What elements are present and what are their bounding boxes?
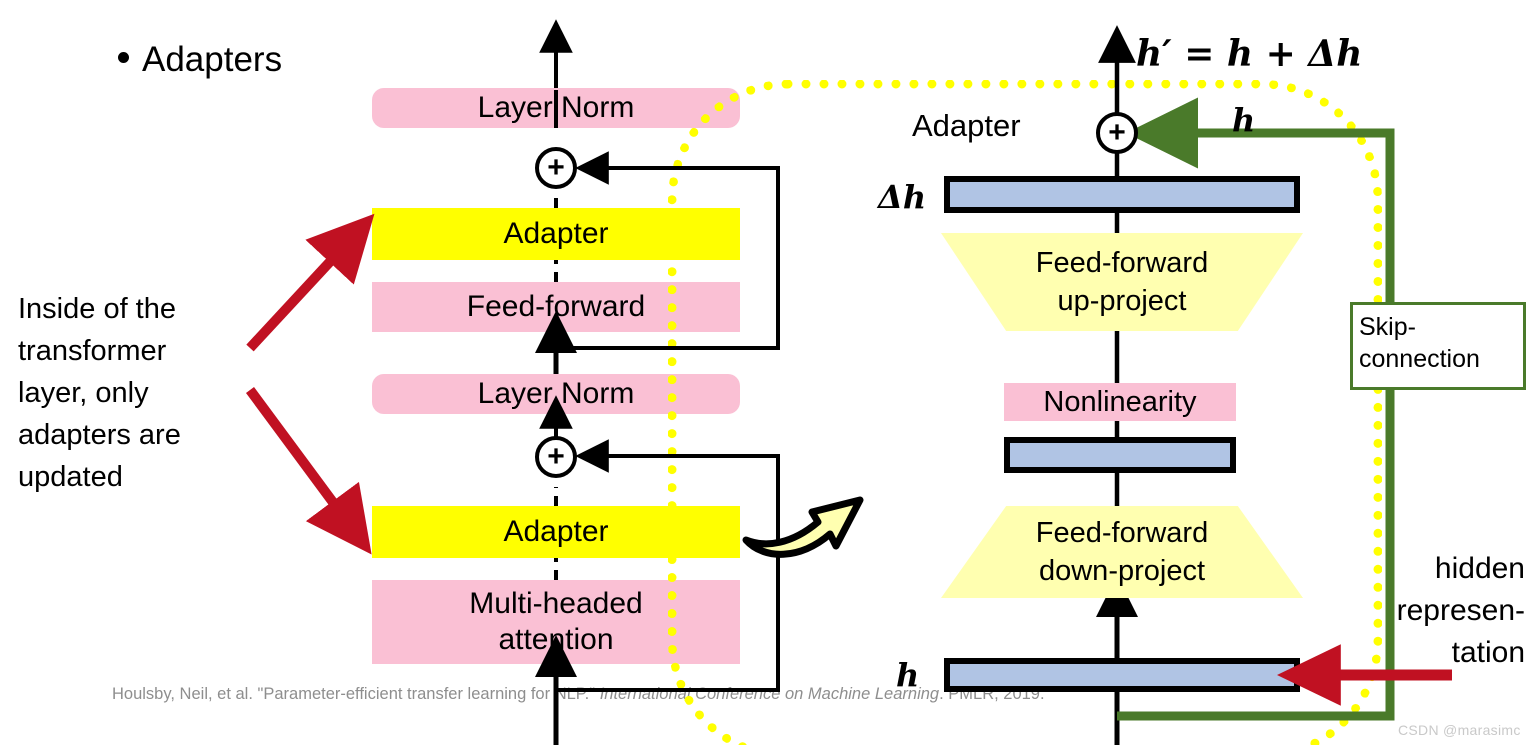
- skip-connection-callout: Skip- connection: [1350, 302, 1526, 390]
- watermark-label: CSDN @marasimc: [1398, 722, 1521, 738]
- ff-up-project-label-line2: up-project: [1057, 285, 1187, 317]
- block-layer-norm-top[interactable]: Layer Norm: [372, 88, 740, 128]
- slab-delta-h[interactable]: [944, 176, 1300, 213]
- h-label-top: h: [1232, 101, 1256, 139]
- block-adapter-top-label: Adapter: [503, 217, 609, 250]
- slab-bottleneck[interactable]: [1004, 437, 1236, 473]
- skip-connection-label-line1: Skip-: [1359, 313, 1416, 341]
- block-nonlinearity[interactable]: Nonlinearity: [1004, 383, 1236, 421]
- bullet-point-icon: [118, 52, 129, 64]
- block-multi-headed-attention-label-line2: attention: [498, 623, 614, 656]
- output-formula-label: h′ = h + Δh: [1136, 33, 1363, 75]
- block-adapter-bottom-label: Adapter: [503, 515, 609, 548]
- citation-part-1: Houlsby, Neil, et al. "Parameter-efficie…: [112, 685, 600, 703]
- residual-add-top-symbol: +: [547, 151, 565, 184]
- ff-down-project-label-line1: Feed-forward: [1035, 517, 1209, 549]
- h-label-bottom: h: [896, 656, 920, 694]
- adapter-add-node[interactable]: +: [1096, 112, 1138, 154]
- adapter-panel-title: Adapter: [912, 108, 1021, 143]
- residual-add-top[interactable]: +: [535, 147, 577, 189]
- delta-h-label: Δh: [878, 178, 927, 216]
- left-annotation-line-5: updated: [18, 461, 123, 493]
- slab-h-input[interactable]: [944, 658, 1300, 692]
- ff-down-project-label-line2: down-project: [1038, 555, 1206, 587]
- left-annotation-text: Inside of the transformer layer, only ad…: [18, 288, 248, 498]
- left-annotation-line-4: adapters are: [18, 419, 181, 451]
- block-nonlinearity-label: Nonlinearity: [1043, 385, 1197, 418]
- block-layer-norm-top-label: Layer Norm: [477, 91, 635, 124]
- residual-add-bottom-symbol: +: [547, 440, 565, 473]
- adapter-add-symbol: +: [1108, 116, 1126, 149]
- block-feed-forward-label: Feed-forward: [466, 290, 646, 323]
- slide-canvas: Adapters Inside of the transformer layer…: [0, 0, 1533, 745]
- block-multi-headed-attention-label-line1: Multi-headed: [469, 587, 643, 620]
- left-annotation-line-2: transformer: [18, 335, 167, 367]
- block-layer-norm-bottom-label: Layer Norm: [477, 377, 635, 410]
- residual-add-bottom[interactable]: +: [535, 436, 577, 478]
- page-title: Adapters: [118, 38, 282, 82]
- skip-connection-label-line2: connection: [1359, 345, 1480, 373]
- page-title-text: Adapters: [142, 40, 283, 79]
- ff-up-project-label-line1: Feed-forward: [1035, 247, 1209, 279]
- left-annotation-line-3: layer, only: [18, 377, 149, 409]
- left-annotation-line-1: Inside of the: [18, 293, 176, 325]
